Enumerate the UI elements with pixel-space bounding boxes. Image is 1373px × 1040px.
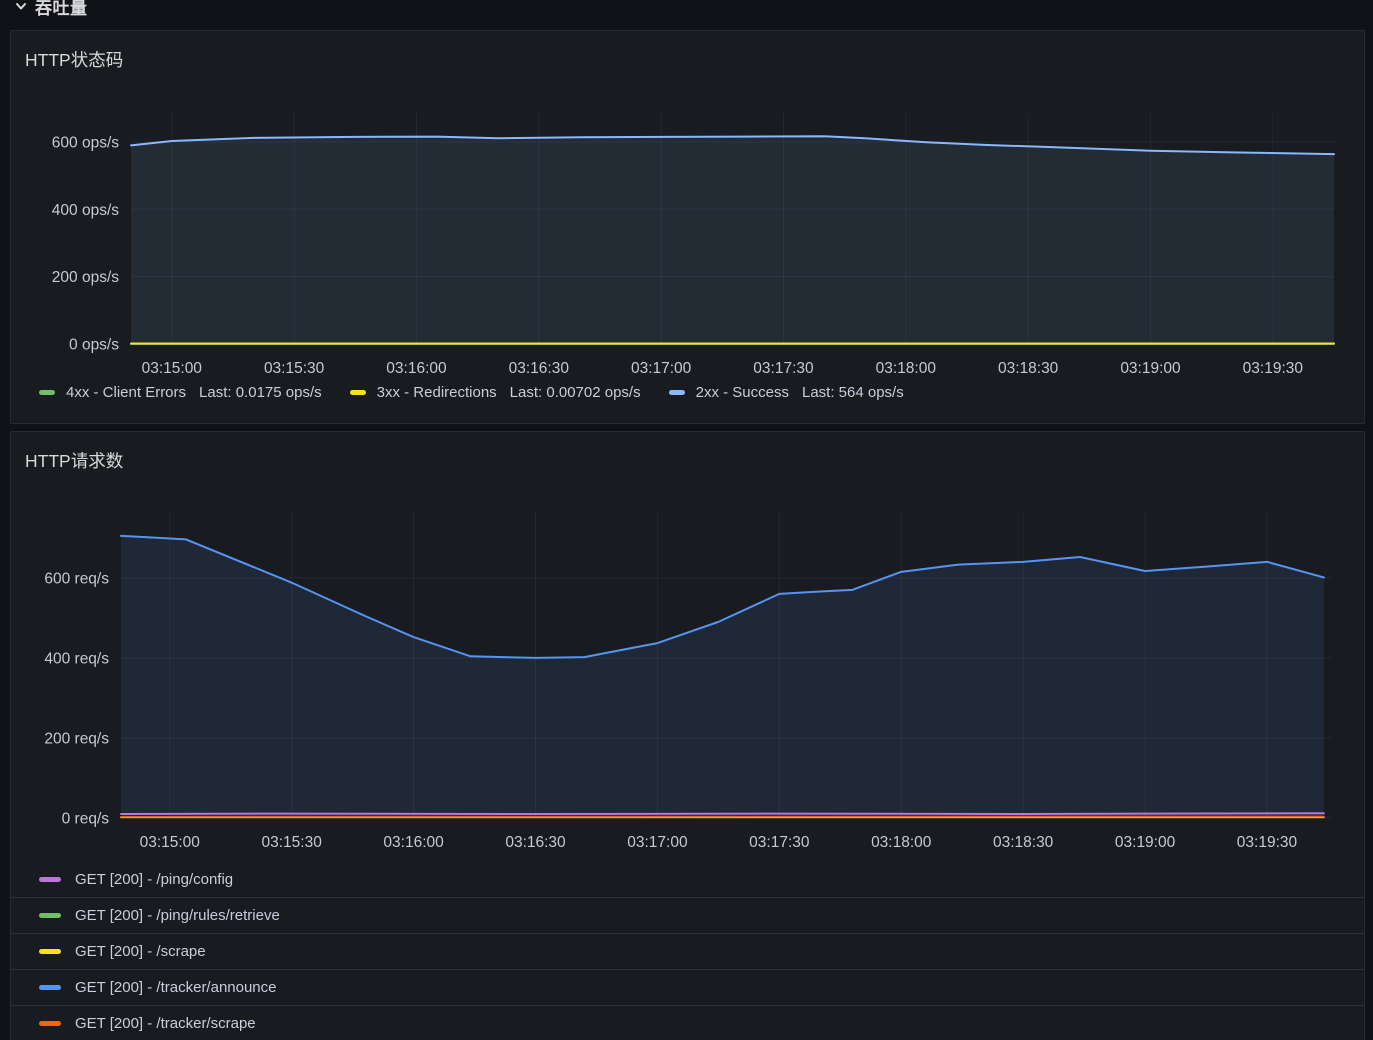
legend-swatch[interactable] xyxy=(669,390,685,395)
x-axis-tick-label: 03:15:00 xyxy=(140,834,201,851)
x-axis-tick-label: 03:15:30 xyxy=(264,360,325,377)
http-requests-legend: GET [200] - /ping/config GET [200] - /pin… xyxy=(11,862,1364,1040)
x-axis-tick-label: 03:19:30 xyxy=(1237,834,1298,851)
http-requests-chart[interactable]: 0 req/s 200 req/s 400 req/s 600 req/s 03:15:… xyxy=(11,496,1364,861)
legend-row[interactable]: GET [200] - /ping/rules/retrieve xyxy=(11,898,1364,934)
x-axis-tick-label: 03:19:00 xyxy=(1120,360,1181,377)
x-axis-tick-label: 03:17:00 xyxy=(627,834,688,851)
x-axis-tick-label: 03:19:30 xyxy=(1243,360,1304,377)
y-axis-tick-label: 400 ops/s xyxy=(52,202,119,219)
series-line[interactable] xyxy=(121,813,1324,814)
y-axis-tick-label: 200 ops/s xyxy=(52,269,119,286)
x-axis-tick-label: 03:18:30 xyxy=(998,360,1059,377)
x-axis-tick-label: 03:15:00 xyxy=(142,360,203,377)
legend-label: 3xx - Redirections xyxy=(377,384,497,401)
legend-row[interactable]: GET [200] - /ping/config xyxy=(11,862,1364,898)
legend-swatch[interactable] xyxy=(39,1021,61,1026)
legend-label: 4xx - Client Errors xyxy=(66,384,186,401)
legend-swatch[interactable] xyxy=(39,949,61,954)
x-axis-tick-label: 03:16:00 xyxy=(386,360,447,377)
legend-row[interactable]: GET [200] - /scrape xyxy=(11,934,1364,970)
legend-label: GET [200] - /ping/rules/retrieve xyxy=(75,907,280,924)
legend-label: 2xx - Success xyxy=(696,384,789,401)
legend-swatch[interactable] xyxy=(39,985,61,990)
legend-last-value: Last: 0.0175 ops/s xyxy=(199,384,322,401)
legend-row[interactable]: GET [200] - /tracker/announce xyxy=(11,970,1364,1006)
y-axis-tick-label: 600 ops/s xyxy=(52,134,119,151)
legend-last-value: Last: 0.00702 ops/s xyxy=(510,384,641,401)
legend-swatch[interactable] xyxy=(350,390,366,395)
section-title: 吞吐量 xyxy=(35,0,88,19)
x-axis-tick-label: 03:19:00 xyxy=(1115,834,1176,851)
panel-http-requests: HTTP请求数 0 req/s 200 req/s 400 req/s 600 req… xyxy=(10,431,1365,1040)
http-status-chart-svg[interactable]: 0 ops/s 200 ops/s 400 ops/s 600 ops/s 03:15:… xyxy=(11,91,1364,389)
x-axis-tick-label: 03:18:30 xyxy=(993,834,1054,851)
y-axis-tick-label: 0 ops/s xyxy=(69,337,119,354)
x-axis-tick-label: 03:16:00 xyxy=(383,834,444,851)
x-axis-tick-label: 03:17:30 xyxy=(753,360,814,377)
legend-label: GET [200] - /tracker/announce xyxy=(75,979,277,996)
legend-label: GET [200] - /tracker/scrape xyxy=(75,1015,256,1032)
section-row-header[interactable]: 吞吐量 xyxy=(14,0,88,21)
panel-title[interactable]: HTTP请求数 xyxy=(25,448,123,473)
legend-label: GET [200] - /ping/config xyxy=(75,871,233,888)
panel-title[interactable]: HTTP状态码 xyxy=(25,47,123,72)
x-axis-tick-label: 03:17:00 xyxy=(631,360,692,377)
panel-http-status-codes: HTTP状态码 0 ops/s 200 ops/s 400 ops/s 600 ops… xyxy=(10,30,1365,424)
http-status-legend: 4xx - Client Errors Last: 0.0175 ops/s 3xx… xyxy=(39,384,904,401)
x-axis-tick-label: 03:17:30 xyxy=(749,834,810,851)
http-requests-chart-svg[interactable]: 0 req/s 200 req/s 400 req/s 600 req/s 03:15:… xyxy=(11,496,1364,856)
x-axis-tick-label: 03:15:30 xyxy=(262,834,323,851)
chevron-down-icon[interactable] xyxy=(14,0,28,13)
y-axis-tick-label: 400 req/s xyxy=(44,650,109,667)
series-area xyxy=(131,136,1334,344)
legend-swatch[interactable] xyxy=(39,913,61,918)
legend-item[interactable]: 4xx - Client Errors Last: 0.0175 ops/s xyxy=(39,384,322,401)
legend-row[interactable]: GET [200] - /tracker/scrape xyxy=(11,1006,1364,1040)
y-axis-tick-label: 200 req/s xyxy=(44,730,109,747)
legend-label: GET [200] - /scrape xyxy=(75,943,206,960)
http-status-chart[interactable]: 0 ops/s 200 ops/s 400 ops/s 600 ops/s 03:15:… xyxy=(11,91,1364,394)
x-axis-tick-label: 03:18:00 xyxy=(876,360,937,377)
legend-item[interactable]: 2xx - Success Last: 564 ops/s xyxy=(669,384,904,401)
y-axis-tick-label: 600 req/s xyxy=(44,570,109,587)
legend-swatch[interactable] xyxy=(39,877,61,882)
legend-swatch[interactable] xyxy=(39,390,55,395)
legend-item[interactable]: 3xx - Redirections Last: 0.00702 ops/s xyxy=(350,384,641,401)
y-axis-tick-label: 0 req/s xyxy=(62,811,110,828)
x-axis-tick-label: 03:16:30 xyxy=(509,360,570,377)
legend-last-value: Last: 564 ops/s xyxy=(802,384,904,401)
dashboard: 吞吐量 HTTP状态码 0 ops/s 200 ops/s 400 ops/s 600… xyxy=(0,0,1373,1040)
x-axis-tick-label: 03:18:00 xyxy=(871,834,932,851)
x-axis-tick-label: 03:16:30 xyxy=(505,834,566,851)
